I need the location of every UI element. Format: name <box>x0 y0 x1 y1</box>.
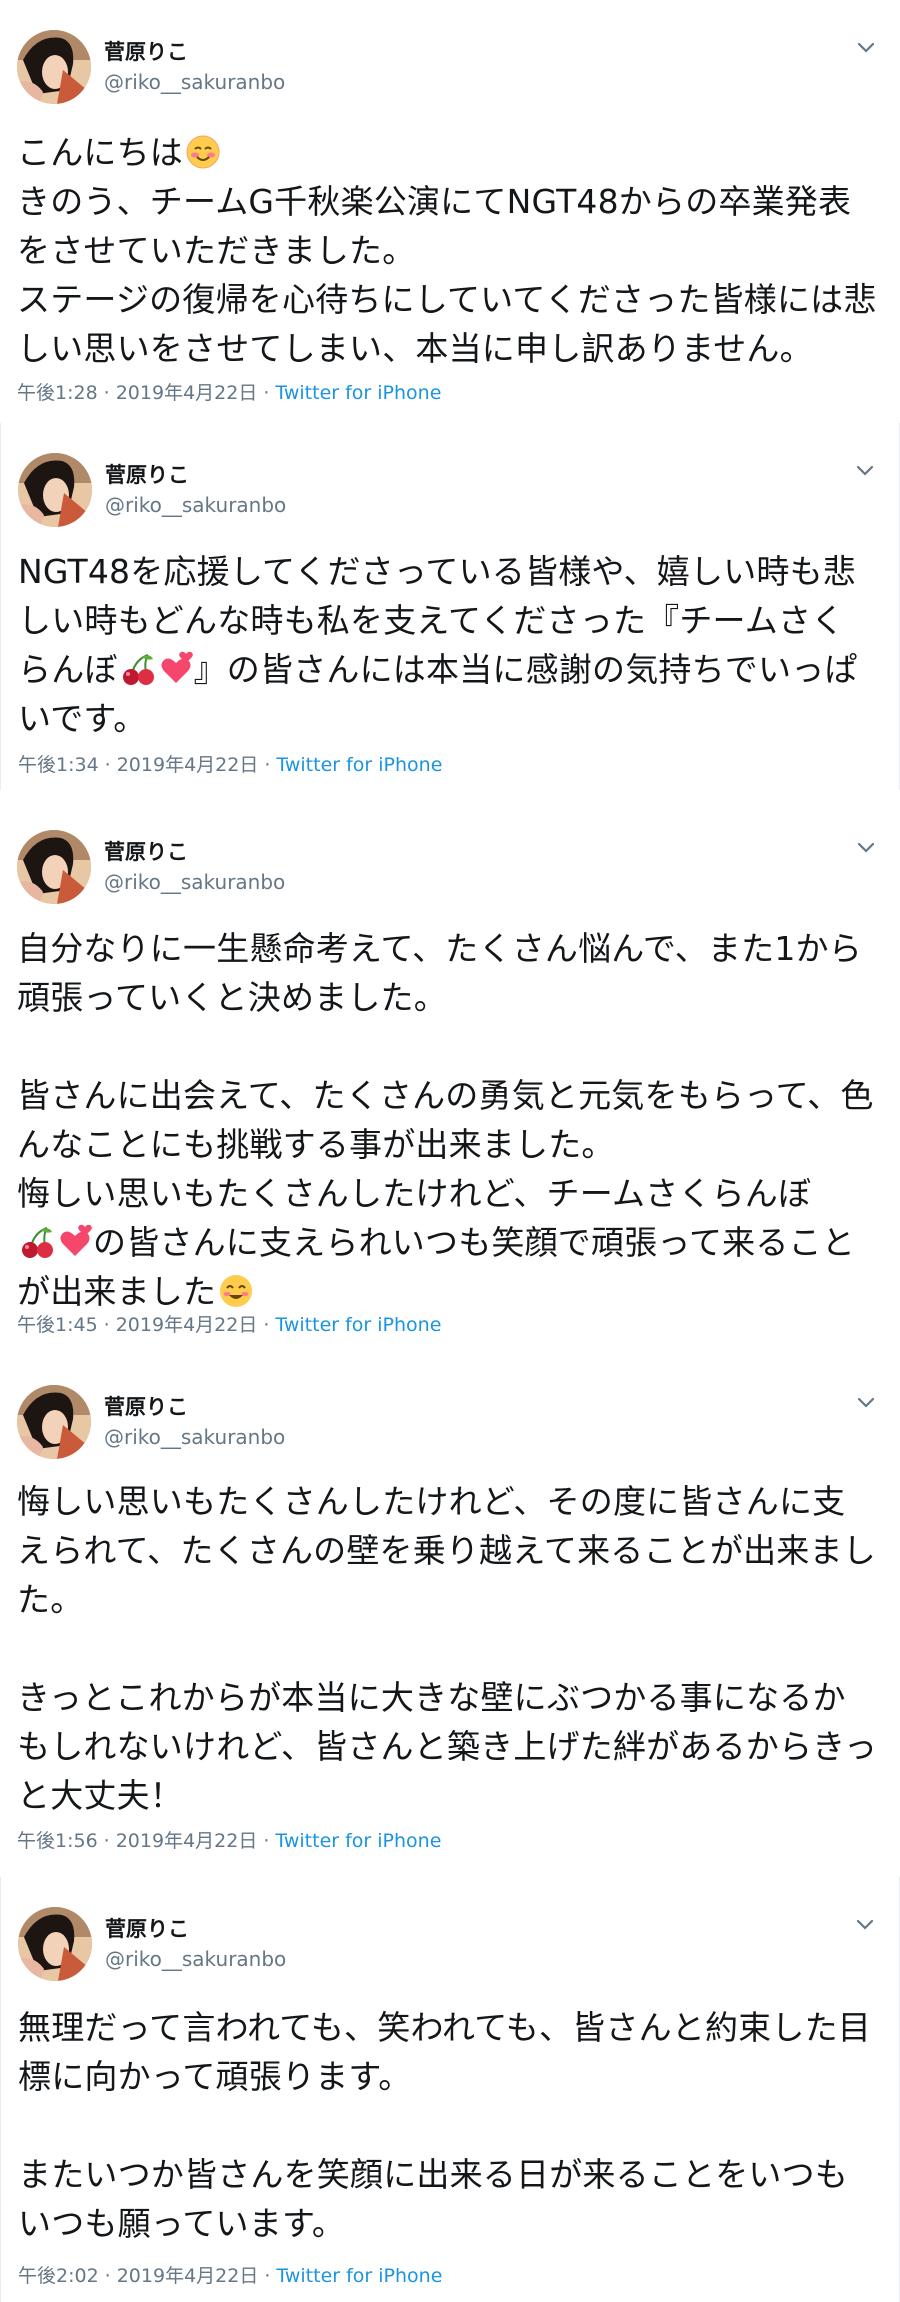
tweet-meta: 午後1:28 · 2019年4月22日 · Twitter for iPhone <box>17 382 442 404</box>
author-name[interactable]: 菅原りこ <box>105 459 189 489</box>
tweet-source-link[interactable]: Twitter for iPhone <box>275 382 441 404</box>
tweet-text: こんにちは きのう、チームG千秋楽公演にてNGT48からの卒業発表をさせていただ… <box>17 133 877 368</box>
author-name[interactable]: 菅原りこ <box>104 1391 188 1421</box>
two-hearts-emoji-icon <box>57 1224 93 1260</box>
chevron-down-icon[interactable] <box>854 38 878 58</box>
tweet-date[interactable]: 2019年4月22日 <box>117 754 259 776</box>
avatar[interactable] <box>18 453 92 527</box>
tweet-meta: 午後1:45 · 2019年4月22日 · Twitter for iPhone <box>17 1314 442 1336</box>
avatar[interactable] <box>17 30 91 104</box>
tweet-source-link[interactable]: Twitter for iPhone <box>276 754 442 776</box>
chevron-down-icon[interactable] <box>854 838 878 858</box>
tweet-text: NGT48を応援してくださっている皆様や、嬉しい時も悲しい時もどんな時も私を支え… <box>18 552 858 738</box>
two-hearts-emoji-icon <box>158 651 194 687</box>
tweet-time[interactable]: 午後2:02 <box>18 2265 99 2287</box>
avatar[interactable] <box>17 830 91 904</box>
chevron-down-icon[interactable] <box>853 461 877 481</box>
tweet-date[interactable]: 2019年4月22日 <box>116 382 258 404</box>
author-handle[interactable]: @riko__sakuranbo <box>105 493 286 517</box>
avatar[interactable] <box>18 1907 92 1981</box>
avatar[interactable] <box>17 1385 91 1459</box>
tweet-text: 自分なりに一生懸命考えて、たくさん悩んで、また1から頑張っていくと決めました。 … <box>17 929 874 1311</box>
author-handle[interactable]: @riko__sakuranbo <box>104 70 285 94</box>
tweet-4[interactable]: 菅原りこ @riko__sakuranbo 悔しい思いもたくさんしたけれど、その… <box>0 1355 900 1865</box>
cherries-emoji-icon <box>19 1224 55 1260</box>
tweet-time[interactable]: 午後1:28 <box>17 382 98 404</box>
tweet-source-link[interactable]: Twitter for iPhone <box>276 2265 442 2287</box>
tweet-text: 無理だって言われても、笑われても、皆さんと約束した目標に向かって頑張ります。 ま… <box>18 2008 871 2243</box>
author-handle[interactable]: @riko__sakuranbo <box>104 1425 285 1449</box>
author-handle[interactable]: @riko__sakuranbo <box>104 870 285 894</box>
tweet-date[interactable]: 2019年4月22日 <box>116 1314 258 1336</box>
author-name[interactable]: 菅原りこ <box>105 1913 189 1943</box>
tweet-5[interactable]: 菅原りこ @riko__sakuranbo 無理だって言われても、笑われても、皆… <box>0 1877 900 2302</box>
tweet-time[interactable]: 午後1:45 <box>17 1314 98 1336</box>
tweet-meta: 午後1:56 · 2019年4月22日 · Twitter for iPhone <box>17 1830 442 1852</box>
tweet-text: 悔しい思いもたくさんしたけれど、その度に皆さんに支えられて、たくさんの壁を乗り越… <box>17 1482 878 1815</box>
tweet-date[interactable]: 2019年4月22日 <box>117 2265 259 2287</box>
tweet-3[interactable]: 菅原りこ @riko__sakuranbo 自分なりに一生懸命考えて、たくさん悩… <box>0 800 900 1355</box>
tweet-meta: 午後2:02 · 2019年4月22日 · Twitter for iPhone <box>18 2265 443 2287</box>
author-name[interactable]: 菅原りこ <box>104 36 188 66</box>
tweet-source-link[interactable]: Twitter for iPhone <box>275 1314 441 1336</box>
chevron-down-icon[interactable] <box>853 1915 877 1935</box>
tweet-time[interactable]: 午後1:56 <box>17 1830 98 1852</box>
tweet-meta: 午後1:34 · 2019年4月22日 · Twitter for iPhone <box>18 754 443 776</box>
tweet-source-link[interactable]: Twitter for iPhone <box>275 1830 441 1852</box>
author-handle[interactable]: @riko__sakuranbo <box>105 1947 286 1971</box>
tweet-date[interactable]: 2019年4月22日 <box>116 1830 258 1852</box>
author-name[interactable]: 菅原りこ <box>104 836 188 866</box>
tweet-time[interactable]: 午後1:34 <box>18 754 99 776</box>
chevron-down-icon[interactable] <box>854 1393 878 1413</box>
cherries-emoji-icon <box>120 651 156 687</box>
tweet-1[interactable]: 菅原りこ @riko__sakuranbo こんにちは きのう、チームG千秋楽公… <box>0 0 900 415</box>
smiling-face-emoji-icon <box>218 1273 254 1309</box>
tweet-2[interactable]: 菅原りこ @riko__sakuranbo NGT48を応援してくださっている皆… <box>0 423 900 790</box>
blush-emoji-icon <box>185 134 221 170</box>
